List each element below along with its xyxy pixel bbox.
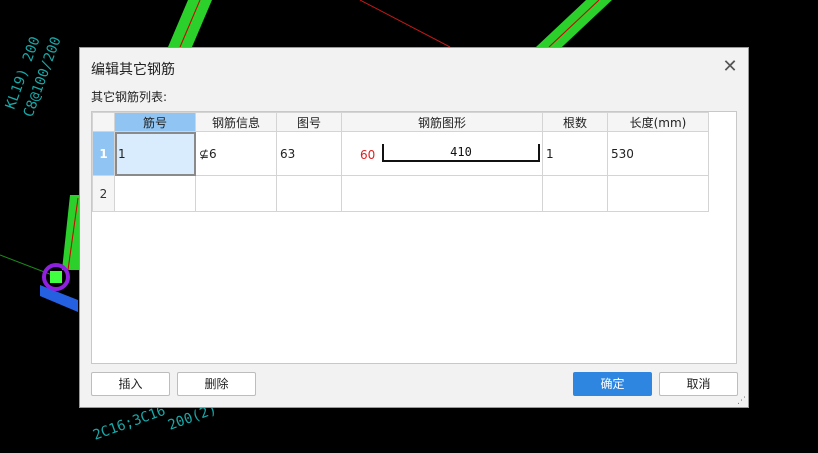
close-icon[interactable]: ✕ (721, 58, 739, 76)
cell-length[interactable]: 530 (607, 131, 709, 176)
rebar-grid: 筋号 钢筋信息 图号 钢筋图形 根数 长度(mm) 1 1 ⊈6 63 60 4… (91, 111, 737, 364)
cell-count[interactable]: 1 (542, 131, 608, 176)
column-header-length[interactable]: 长度(mm) (607, 112, 709, 132)
insert-button[interactable]: 插入 (91, 372, 170, 396)
cell-count[interactable] (542, 175, 608, 212)
rebar-list-label: 其它钢筋列表: (91, 90, 168, 104)
delete-button[interactable]: 删除 (177, 372, 256, 396)
column-header-count[interactable]: 根数 (542, 112, 608, 132)
column-header-figure-no[interactable]: 图号 (276, 112, 342, 132)
cell-bar-no[interactable]: 1 (114, 131, 196, 176)
cell-bar-info[interactable] (195, 175, 277, 212)
table-row[interactable]: 2 (92, 175, 709, 212)
ok-button[interactable]: 确定 (573, 372, 652, 396)
shape-left-dimension: 60 (360, 148, 376, 162)
cell-figure-no[interactable]: 63 (276, 131, 342, 176)
row-header-1[interactable]: 1 (92, 131, 115, 176)
column-header-bar-no[interactable]: 筋号 (114, 112, 196, 132)
bar-shape-drawing: 60 410 (345, 132, 542, 175)
grid-header-row: 筋号 钢筋信息 图号 钢筋图形 根数 长度(mm) (92, 112, 709, 132)
cell-length[interactable] (607, 175, 709, 212)
dialog-title: 编辑其它钢筋 (91, 62, 175, 78)
cell-bar-shape[interactable]: 60 410 (341, 131, 543, 176)
column-header-bar-shape[interactable]: 钢筋图形 (341, 112, 543, 132)
cell-bar-no[interactable] (114, 175, 196, 212)
cell-figure-no[interactable] (276, 175, 342, 212)
row-header-2[interactable]: 2 (92, 175, 115, 212)
edit-other-rebar-dialog: 编辑其它钢筋 ✕ 其它钢筋列表: 筋号 钢筋信息 图号 钢筋图形 根数 长度(m… (79, 47, 749, 408)
cell-bar-shape[interactable] (341, 175, 543, 212)
table-row[interactable]: 1 1 ⊈6 63 60 410 1 530 (92, 131, 709, 176)
resize-grip-icon[interactable]: ⋰ (737, 396, 747, 406)
rebar-table: 筋号 钢筋信息 图号 钢筋图形 根数 长度(mm) 1 1 ⊈6 63 60 4… (92, 112, 709, 212)
grid-corner-cell[interactable] (92, 112, 115, 132)
cancel-button[interactable]: 取消 (659, 372, 738, 396)
shape-middle-dimension: 410 (450, 145, 472, 159)
cell-bar-info[interactable]: ⊈6 (195, 131, 277, 176)
column-header-bar-info[interactable]: 钢筋信息 (195, 112, 277, 132)
